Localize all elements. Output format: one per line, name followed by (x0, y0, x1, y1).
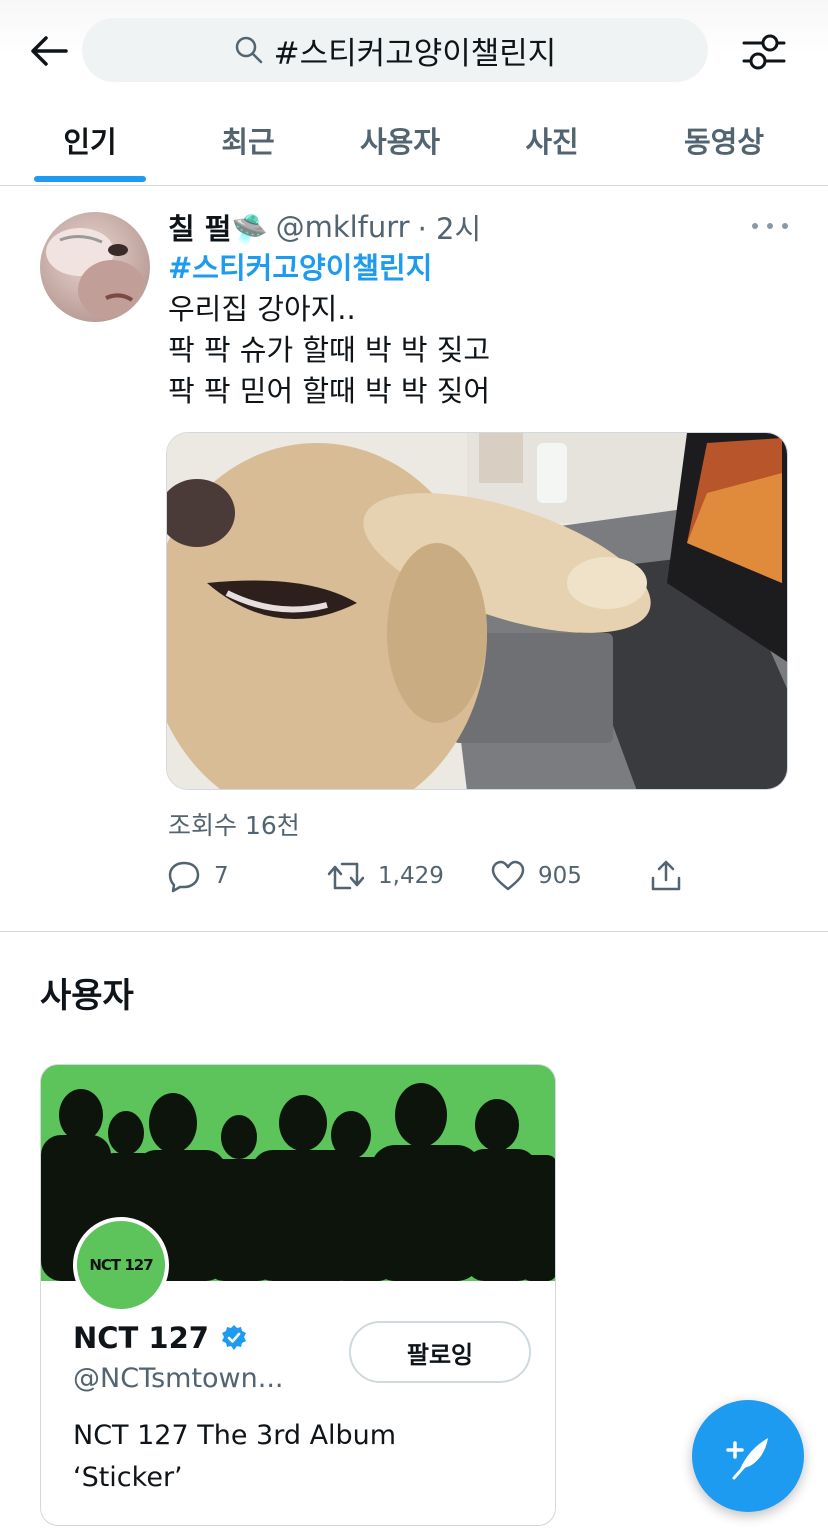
user-display-name[interactable]: NCT 127 (73, 1321, 209, 1355)
user-name-row: NCT 127 (73, 1321, 249, 1355)
like-count: 905 (538, 863, 582, 889)
sliders-icon (742, 34, 786, 70)
tweet-author-avatar[interactable] (40, 212, 150, 322)
like-button[interactable]: 905 (490, 856, 582, 896)
tab-latest[interactable]: 최근 (196, 100, 300, 180)
compose-tweet-button[interactable] (692, 1400, 804, 1512)
arrow-left-icon (31, 36, 68, 66)
avatar-logo-text: NCT 127 (89, 1256, 153, 1274)
tab-popular[interactable]: 인기 (34, 100, 146, 180)
tab-people[interactable]: 사용자 (344, 100, 456, 180)
tweet-line: 우리집 강아지.. (168, 292, 356, 326)
search-filter-button[interactable] (738, 26, 790, 78)
tab-photos[interactable]: 사진 (500, 100, 604, 180)
search-input[interactable]: #스티커고양이챌린지 (82, 18, 708, 82)
share-button[interactable] (648, 856, 684, 896)
retweet-button[interactable]: 1,429 (326, 856, 444, 896)
tweet-line: 팍 팍 믿어 할때 박 박 짖어 (168, 374, 491, 408)
compose-feather-icon (726, 1438, 768, 1480)
user-bio: NCT 127 The 3rd Album ‘Sticker’ (73, 1415, 396, 1499)
back-button[interactable] (28, 30, 70, 72)
tweet-header: 칠 펄🛸 @mklfurr · 2시 (168, 206, 481, 248)
search-tabs: 인기 최근 사용자 사진 동영상 (0, 100, 828, 186)
search-query: #스티커고양이챌린지 (273, 35, 557, 72)
following-button[interactable]: 팔로잉 (349, 1321, 531, 1383)
retweet-count: 1,429 (378, 863, 444, 889)
video-thumbnail (167, 433, 787, 789)
more-dot-icon (782, 223, 788, 229)
reply-button[interactable]: 7 (166, 856, 229, 896)
user-avatar[interactable]: NCT 127 (73, 1217, 169, 1313)
hashtag-link[interactable]: #스티커고양이챌린지 (168, 248, 490, 289)
tweet-line: 팍 팍 슈가 할때 박 박 짖고 (168, 333, 491, 367)
section-title-people: 사용자 (40, 976, 134, 1016)
verified-badge-icon (221, 1325, 246, 1350)
top-bar: #스티커고양이챌린지 인기 최근 사용자 사진 동영상 (0, 0, 828, 186)
retweet-icon (327, 862, 365, 890)
tweet-actions: 7 1,429 905 (166, 856, 726, 896)
author-name[interactable]: 칠 펄🛸 (168, 206, 268, 248)
bio-line: ‘Sticker’ (73, 1462, 183, 1493)
tweet[interactable]: 칠 펄🛸 @mklfurr · 2시 #스티커고양이챌린지 우리집 강아지.. … (0, 186, 828, 932)
more-options-button[interactable] (752, 214, 788, 238)
share-icon (651, 860, 681, 891)
tweet-video[interactable] (166, 432, 788, 790)
more-dot-icon (767, 223, 773, 229)
reply-icon (168, 861, 200, 893)
active-tab-indicator (34, 176, 146, 182)
reply-count: 7 (214, 863, 229, 889)
user-card[interactable]: NCT 127 NCT 127 @NCTsmtown... 팔로잉 NCT 12… (40, 1064, 556, 1526)
search-icon (235, 36, 262, 64)
bio-line: NCT 127 The 3rd Album (73, 1420, 397, 1451)
avatar-photo (46, 228, 146, 320)
tab-videos[interactable]: 동영상 (666, 100, 782, 180)
tweet-text: #스티커고양이챌린지 우리집 강아지.. 팍 팍 슈가 할때 박 박 짖고 팍 … (168, 248, 490, 412)
author-handle[interactable]: @mklfurr (276, 210, 410, 244)
more-dot-icon (752, 223, 758, 229)
tweet-time: · 2시 (417, 212, 482, 246)
heart-icon (491, 860, 525, 891)
user-handle: @NCTsmtown... (73, 1363, 284, 1394)
view-count: 조회수 16천 (168, 811, 300, 840)
